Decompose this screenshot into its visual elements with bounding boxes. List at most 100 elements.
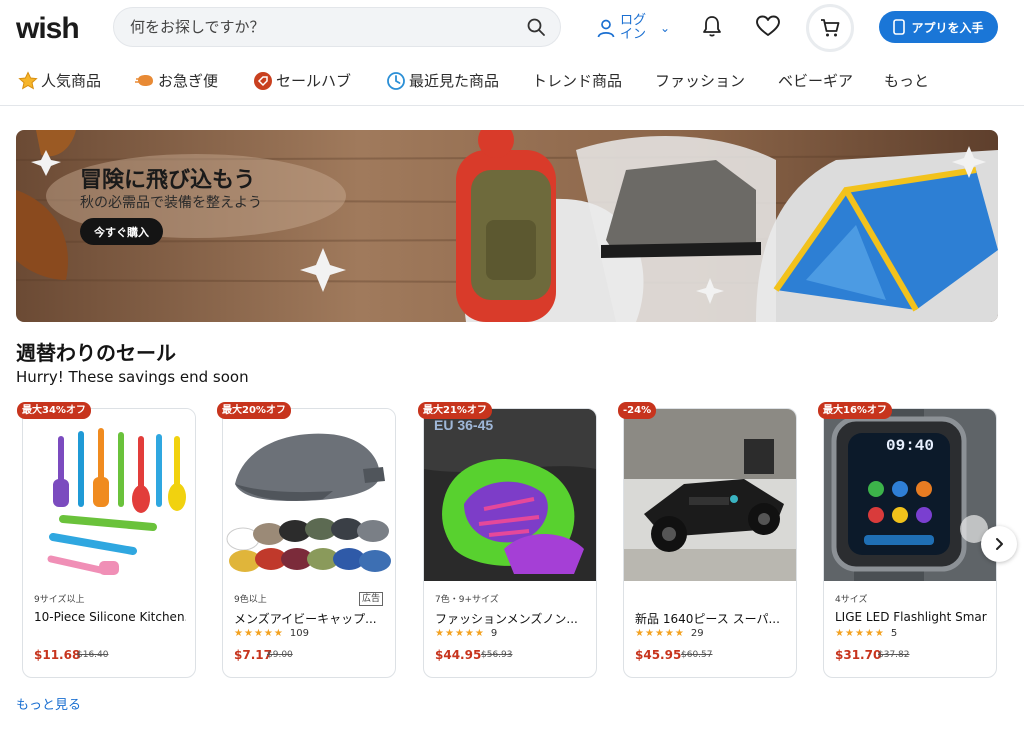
star-icon: ★ bbox=[234, 627, 243, 639]
star-icon: ★ bbox=[444, 627, 454, 639]
product-image[interactable]: 09:40 bbox=[824, 409, 996, 581]
star-icon: ★ bbox=[864, 627, 874, 639]
nav-item-baby-gear[interactable]: ベビーギア bbox=[778, 70, 853, 91]
product-card[interactable]: EU 36-45 最大21%オフ 7色・9+サイズ ファッションメンズノン...… bbox=[418, 402, 597, 678]
see-more-link[interactable]: もっと見る bbox=[16, 694, 81, 713]
size-range-label: EU 36-45 bbox=[434, 417, 494, 433]
variant-info: 9色以上 bbox=[234, 595, 267, 605]
product-card[interactable]: 最大34%オフ 9サイズ以上 10-Piece Silicone Kitchen… bbox=[17, 402, 196, 678]
watch-time-label: 09:40 bbox=[886, 437, 935, 455]
cart-icon bbox=[821, 19, 840, 37]
star-icon: ★ bbox=[835, 627, 844, 639]
original-price: $56.93 bbox=[481, 650, 513, 660]
rating: ★ ★ ★ ★ ★ 9 bbox=[435, 628, 497, 639]
product-image[interactable] bbox=[23, 409, 195, 581]
chevron-down-icon[interactable]: ⌄ bbox=[660, 21, 670, 35]
section-subtitle: Hurry! These savings end soon bbox=[16, 368, 249, 386]
star-icon: ★ bbox=[844, 627, 854, 639]
rating: ★ ★ ★ ★ ★ 109 bbox=[234, 628, 309, 639]
carousel-next-button[interactable] bbox=[981, 526, 1017, 562]
nav-item-more[interactable]: もっと bbox=[884, 70, 929, 91]
nav-item-label: 人気商品 bbox=[41, 72, 102, 90]
nav-item-express[interactable]: お急ぎ便 bbox=[135, 70, 218, 91]
original-price: $37.82 bbox=[878, 650, 910, 660]
original-price: $9.00 bbox=[267, 650, 293, 660]
star-icon: ★ bbox=[635, 627, 644, 639]
clock-icon bbox=[387, 71, 405, 90]
fast-delivery-icon bbox=[135, 74, 153, 86]
discount-badge: 最大34%オフ bbox=[17, 402, 91, 419]
section-title: 週替わりのセール bbox=[16, 341, 176, 365]
variant-info: 9サイズ以上 bbox=[34, 595, 85, 605]
nav-item-label: お急ぎ便 bbox=[158, 72, 219, 90]
product-title[interactable]: 新品 1640ピース スーパ... bbox=[635, 610, 787, 627]
star-icon: ★ bbox=[664, 627, 674, 639]
star-icon: ★ bbox=[253, 627, 263, 639]
get-app-label: アプリを入手 bbox=[911, 20, 984, 35]
price: $11.68 bbox=[34, 648, 81, 662]
star-icon: ★ bbox=[263, 627, 273, 639]
nav-item-sale-hub[interactable]: セールハブ bbox=[253, 70, 351, 91]
shop-now-button[interactable]: 今すぐ購入 bbox=[80, 218, 163, 245]
discount-badge: -24% bbox=[618, 402, 657, 419]
search-input[interactable] bbox=[130, 8, 520, 46]
review-count: 109 bbox=[289, 628, 309, 639]
product-title[interactable]: 10-Piece Silicone Kitchen... bbox=[34, 610, 186, 624]
product-title[interactable]: メンズアイビーキャップ... bbox=[234, 610, 386, 627]
product-image[interactable] bbox=[624, 409, 796, 581]
product-card[interactable]: 09:40 最大16%オフ 4サイズ LIGE LED Flashlight S… bbox=[818, 402, 997, 678]
variant-info: 4サイズ bbox=[835, 595, 868, 605]
nav-item-trending[interactable]: トレンド商品 bbox=[532, 70, 622, 91]
product-image[interactable]: EU 36-45 bbox=[424, 409, 596, 581]
banner-subtitle: 秋の必需品で装備を整えよう bbox=[80, 195, 262, 211]
nav-item-recently-viewed[interactable]: 最近見た商品 bbox=[386, 70, 499, 91]
search-bar[interactable] bbox=[113, 7, 561, 47]
bell-icon[interactable] bbox=[700, 14, 724, 38]
header: wish ログイン ⌄ アプリを入手 bbox=[0, 0, 1024, 56]
nav-item-label: もっと bbox=[884, 72, 930, 90]
star-icon: ★ bbox=[454, 627, 464, 639]
variant-info: 7色・9+サイズ bbox=[435, 595, 499, 605]
product-card[interactable]: -24% 新品 1640ピース スーパ... ★ ★ ★ ★ ★ 29 $45.… bbox=[618, 402, 797, 678]
product-card[interactable]: 最大20%オフ 9色以上 広告 メンズアイビーキャップ... ★ ★ ★ ★ ★… bbox=[217, 402, 396, 678]
price: $45.95 bbox=[635, 648, 682, 662]
star-icon: ★ bbox=[435, 627, 444, 639]
wish-logo[interactable]: wish bbox=[16, 12, 80, 46]
star-icon: ★ bbox=[243, 627, 253, 639]
half-star-icon: ★ bbox=[874, 627, 884, 639]
nav-item-label: トレンド商品 bbox=[532, 72, 623, 90]
original-price: $60.57 bbox=[681, 650, 713, 660]
heart-icon[interactable] bbox=[755, 14, 781, 38]
star-icon: ★ bbox=[464, 627, 474, 639]
login-label: ログイン bbox=[620, 13, 647, 42]
discount-badge: 最大20%オフ bbox=[217, 402, 291, 419]
product-title[interactable]: ファッションメンズノン... bbox=[435, 610, 587, 627]
price: $31.70 bbox=[835, 648, 882, 662]
rating: ★ ★ ★ ★ ★ 29 bbox=[635, 628, 704, 639]
star-icon bbox=[18, 70, 38, 89]
star-icon: ★ bbox=[854, 627, 864, 639]
half-star-icon: ★ bbox=[474, 627, 484, 639]
review-count: 9 bbox=[490, 628, 498, 639]
nav-item-label: 最近見た商品 bbox=[409, 72, 500, 90]
product-image[interactable] bbox=[223, 409, 395, 581]
cart-button[interactable] bbox=[806, 4, 854, 52]
review-count: 5 bbox=[890, 628, 898, 639]
banner-artwork bbox=[16, 130, 998, 322]
category-nav: 人気商品 お急ぎ便 セールハブ 最近見た商品 トレンド商品 ファッション ベビー… bbox=[0, 56, 1024, 106]
rating: ★ ★ ★ ★ ★ 5 bbox=[835, 628, 897, 639]
phone-icon bbox=[893, 19, 906, 35]
sale-tag-icon bbox=[254, 71, 272, 90]
promo-banner[interactable]: 冒険に飛び込もう 秋の必需品で装備を整えよう 今すぐ購入 bbox=[16, 130, 998, 322]
price: $44.95 bbox=[435, 648, 482, 662]
nav-item-popular[interactable]: 人気商品 bbox=[18, 70, 101, 91]
product-title[interactable]: LIGE LED Flashlight Smar... bbox=[835, 610, 987, 624]
get-app-button[interactable]: アプリを入手 bbox=[879, 11, 998, 43]
nav-item-label: ベビーギア bbox=[778, 72, 854, 90]
search-icon[interactable] bbox=[526, 17, 546, 37]
discount-badge: 最大21%オフ bbox=[418, 402, 492, 419]
login-button[interactable]: ログイン ⌄ bbox=[596, 12, 670, 44]
nav-item-fashion[interactable]: ファッション bbox=[655, 70, 745, 91]
nav-item-label: セールハブ bbox=[276, 72, 352, 90]
user-icon bbox=[597, 19, 615, 38]
